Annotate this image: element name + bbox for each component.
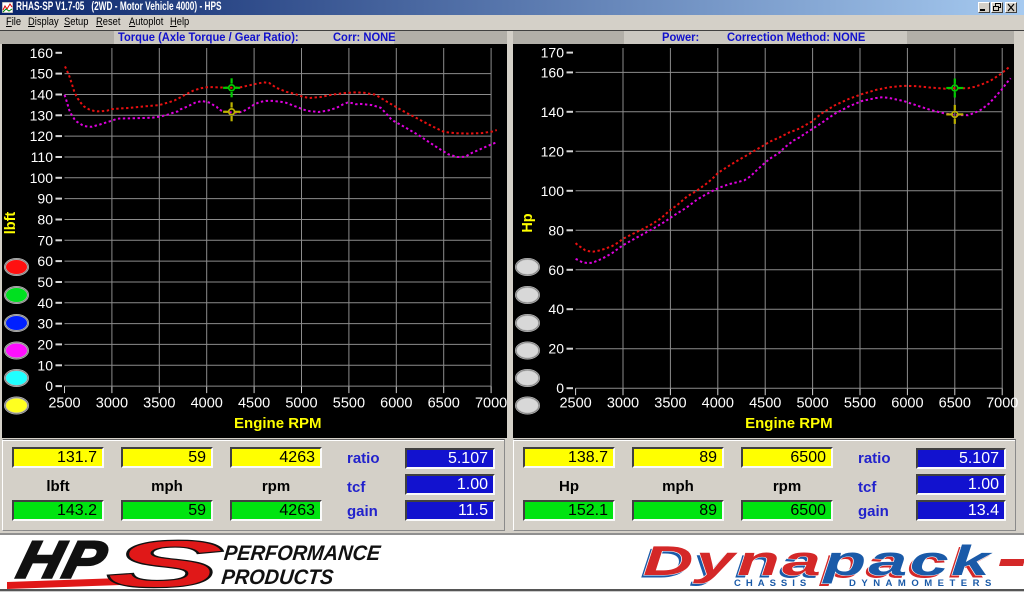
svg-text:4000: 4000 [191, 396, 223, 412]
svg-text:3000: 3000 [607, 396, 639, 412]
svg-text:3000: 3000 [96, 396, 128, 412]
svg-text:100: 100 [30, 170, 54, 186]
svg-text:60: 60 [548, 262, 564, 278]
svg-text:Hp: Hp [520, 213, 536, 232]
svg-text:PERFORMANCE: PERFORMANCE [223, 542, 383, 566]
svg-text:6000: 6000 [380, 396, 412, 412]
svg-text:100: 100 [541, 183, 565, 199]
svg-text:DYNAMOMETERS: DYNAMOMETERS [849, 578, 997, 589]
svg-text:20: 20 [548, 341, 564, 357]
svg-text:7000: 7000 [986, 396, 1018, 412]
svg-text:HP: HP [12, 532, 114, 590]
svg-text:5500: 5500 [844, 396, 876, 412]
svg-text:S: S [101, 526, 228, 592]
svg-text:0: 0 [45, 378, 53, 394]
svg-text:160: 160 [541, 64, 565, 80]
svg-text:lbft: lbft [3, 212, 19, 235]
svg-text:5500: 5500 [333, 396, 365, 412]
svg-text:4500: 4500 [749, 396, 781, 412]
svg-text:5000: 5000 [285, 396, 317, 412]
svg-text:6000: 6000 [891, 396, 923, 412]
svg-text:Engine RPM: Engine RPM [234, 415, 322, 432]
svg-text:4000: 4000 [702, 396, 734, 412]
svg-text:80: 80 [37, 212, 53, 228]
svg-text:2500: 2500 [559, 396, 591, 412]
svg-text:10: 10 [37, 357, 53, 373]
svg-text:4500: 4500 [238, 396, 270, 412]
svg-text:40: 40 [548, 301, 564, 317]
svg-text:120: 120 [30, 128, 54, 144]
svg-text:0: 0 [556, 380, 564, 396]
svg-text:150: 150 [30, 66, 54, 82]
svg-text:70: 70 [37, 232, 53, 248]
svg-text:140: 140 [30, 87, 54, 103]
svg-text:20: 20 [37, 336, 53, 352]
svg-text:CHASSIS: CHASSIS [734, 578, 811, 589]
svg-text:120: 120 [541, 143, 565, 159]
svg-text:6500: 6500 [428, 396, 460, 412]
svg-text:110: 110 [31, 149, 54, 165]
svg-text:40: 40 [37, 295, 53, 311]
svg-text:30: 30 [37, 316, 53, 332]
svg-text:60: 60 [37, 253, 53, 269]
svg-text:80: 80 [548, 222, 564, 238]
svg-text:PRODUCTS: PRODUCTS [220, 566, 335, 590]
svg-text:3500: 3500 [143, 396, 175, 412]
svg-text:90: 90 [37, 191, 53, 207]
svg-text:7000: 7000 [475, 396, 507, 412]
svg-text:140: 140 [541, 104, 565, 120]
svg-text:130: 130 [30, 107, 54, 123]
svg-text:170: 170 [541, 45, 565, 61]
svg-text:Engine RPM: Engine RPM [745, 415, 833, 432]
svg-text:5000: 5000 [796, 396, 828, 412]
svg-text:2500: 2500 [48, 396, 80, 412]
svg-text:6500: 6500 [939, 396, 971, 412]
svg-text:50: 50 [37, 274, 53, 290]
svg-text:160: 160 [30, 45, 54, 61]
svg-text:3500: 3500 [654, 396, 686, 412]
